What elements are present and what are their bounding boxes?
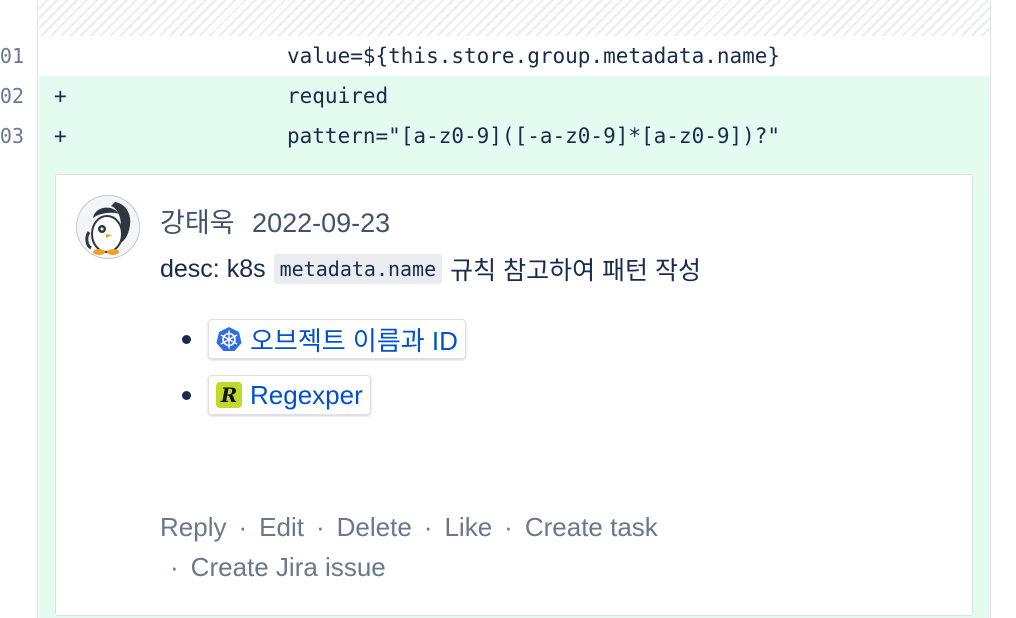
diff-line-context: value=${this.store.group.metadata.name} [39, 36, 990, 76]
diff-code: pattern="[a-z0-9]([-a-z0-9]*[a-z0-9])?" [287, 124, 781, 148]
line-number: 503 [0, 124, 24, 148]
diff-right-border [990, 0, 991, 618]
edit-button[interactable]: Edit [259, 512, 304, 542]
bullet [182, 335, 191, 344]
separator: · [423, 512, 433, 542]
kubernetes-icon [216, 327, 242, 351]
regexper-icon: R [216, 382, 242, 408]
penguin-avatar-icon [77, 196, 139, 258]
link-label: Regexper [250, 379, 363, 410]
diff-code: value=${this.store.group.metadata.name} [287, 44, 781, 68]
link-label: 오브젝트 이름과 ID [250, 325, 458, 356]
diff-code: required [287, 84, 389, 108]
comment-body-prefix: desc: k8s [160, 254, 266, 283]
inline-code: metadata.name [273, 254, 443, 284]
line-number: 501 [0, 44, 24, 68]
diff-line-added: + required [39, 76, 990, 116]
separator: · [170, 552, 179, 582]
create-task-button[interactable]: Create task [525, 512, 658, 542]
collapsed-lines-hatch [39, 0, 990, 36]
separator: · [504, 512, 513, 542]
smart-link-kubernetes[interactable]: 오브젝트 이름과 ID [208, 319, 466, 359]
diff-marker: + [54, 124, 67, 148]
bullet [182, 391, 191, 400]
inline-comment: 강태욱 2022-09-23 desc: k8s metadata.name 규… [55, 174, 973, 616]
reply-button[interactable]: Reply [160, 512, 226, 542]
separator: · [238, 512, 248, 542]
author-name[interactable]: 강태욱 [160, 208, 235, 238]
comment-body-suffix: 규칙 참고하여 패턴 작성 [450, 257, 701, 285]
comment-header: 강태욱 2022-09-23 [160, 201, 390, 240]
avatar[interactable] [76, 195, 140, 259]
comment-date[interactable]: 2022-09-23 [252, 208, 390, 238]
create-jira-issue-button[interactable]: Create Jira issue [191, 552, 386, 582]
diff-marker: + [54, 84, 67, 108]
like-button[interactable]: Like [444, 512, 492, 542]
line-number-gutter: 501 502 503 [0, 0, 38, 618]
diff-line-added: + pattern="[a-z0-9]([-a-z0-9]*[a-z0-9])?… [39, 116, 990, 156]
separator: · [315, 512, 325, 542]
line-number: 502 [0, 84, 24, 108]
comment-actions: Reply · Edit · Delete · Like · Create task · Crea… [160, 507, 760, 587]
comment-body: desc: k8s metadata.name 규칙 참고하여 패턴 작성 [160, 251, 701, 287]
smart-link-regexper[interactable]: R Regexper [208, 375, 371, 415]
delete-button[interactable]: Delete [337, 512, 412, 542]
